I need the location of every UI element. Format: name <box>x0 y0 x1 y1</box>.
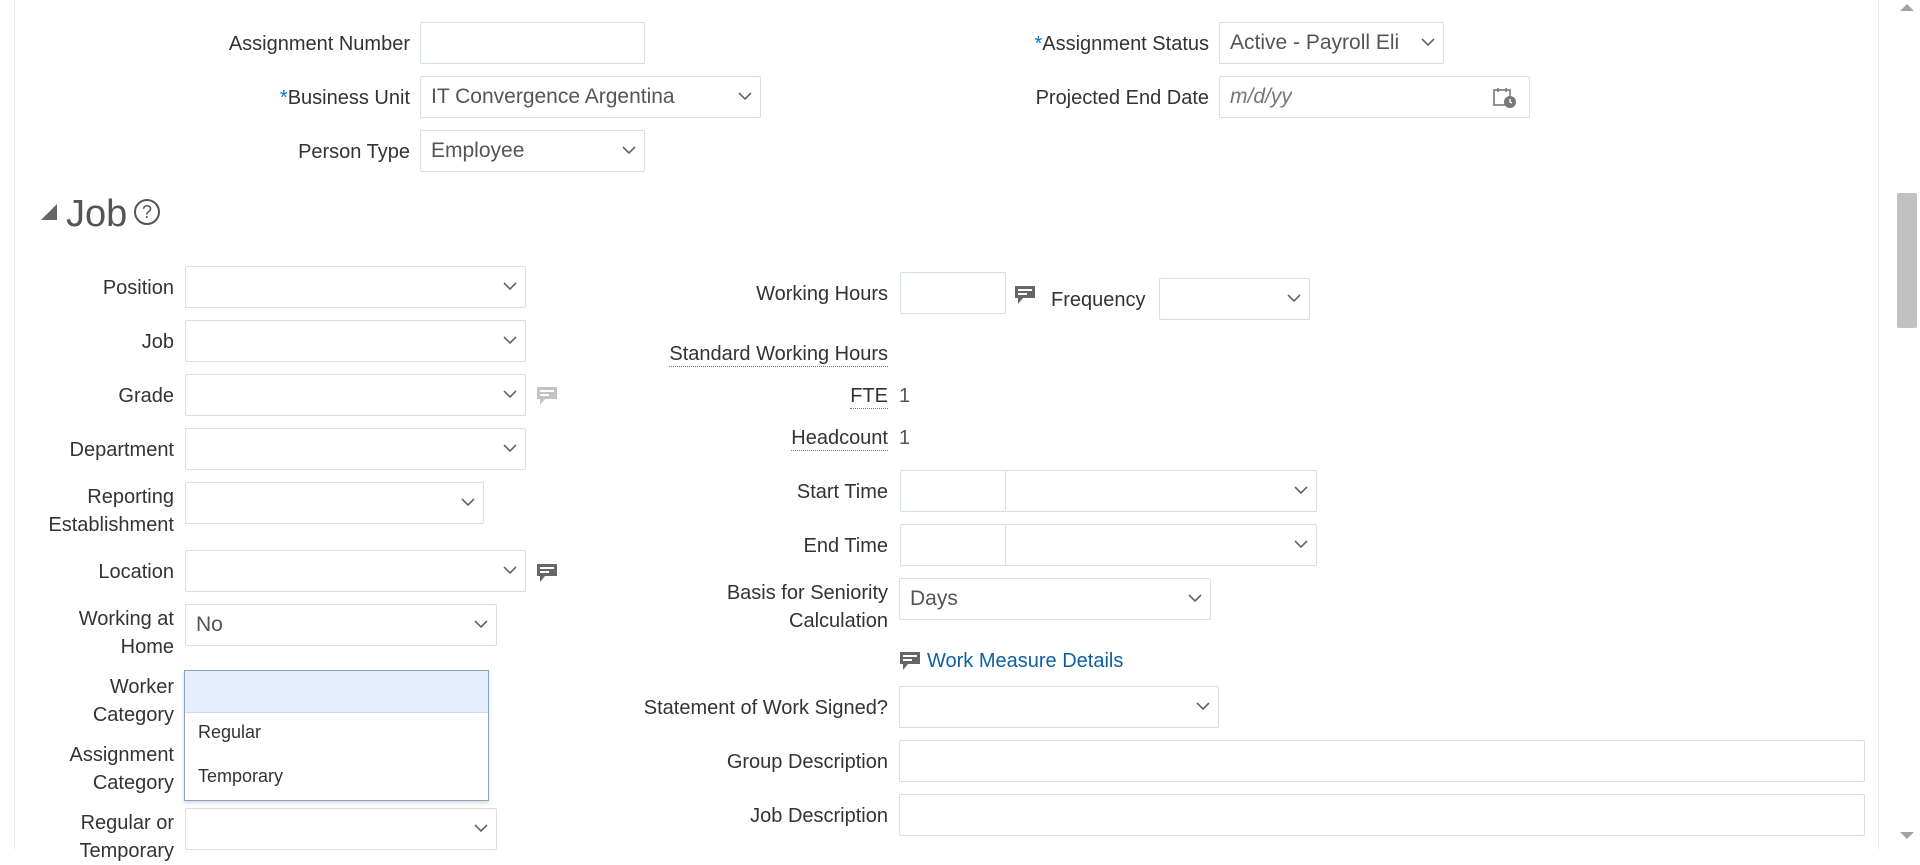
end-time-label: End Time <box>803 535 888 557</box>
job-label: Job <box>141 331 174 353</box>
working-hours-input[interactable] <box>900 272 1006 314</box>
chevron-down-icon <box>622 145 636 155</box>
chevron-down-icon <box>738 91 752 101</box>
help-icon[interactable]: ? <box>134 199 160 225</box>
start-time-period-select[interactable] <box>1005 470 1317 512</box>
worker-category-label: Worker Category <box>92 676 174 726</box>
standard-working-hours-label[interactable]: Standard Working Hours <box>669 340 888 368</box>
chevron-down-icon <box>1421 37 1435 47</box>
scroll-down-arrow[interactable] <box>1900 832 1914 839</box>
department-label: Department <box>69 439 175 461</box>
details-icon[interactable] <box>1014 285 1036 310</box>
chevron-down-icon <box>503 565 517 575</box>
chevron-down-icon <box>1196 701 1210 711</box>
position-label: Position <box>102 277 174 299</box>
end-time-period-select[interactable] <box>1005 524 1317 566</box>
details-icon[interactable] <box>536 563 558 588</box>
job-select[interactable] <box>185 320 526 362</box>
headcount-value: 1 <box>899 427 911 449</box>
basis-for-seniority-label: Basis for Seniority Calculation <box>726 582 888 632</box>
location-select[interactable] <box>185 550 526 592</box>
panel-left-border <box>14 0 15 849</box>
working-at-home-label: Working at Home <box>78 608 174 658</box>
working-hours-label: Working Hours <box>756 283 888 305</box>
job-description-input[interactable] <box>899 794 1865 836</box>
chevron-down-icon <box>1287 293 1301 303</box>
assignment-number-input[interactable] <box>420 22 645 64</box>
disclosure-triangle-icon[interactable] <box>41 204 57 220</box>
business-unit-select[interactable]: IT Convergence Argentina <box>420 76 761 118</box>
projected-end-date-label: Projected End Date <box>1035 87 1209 109</box>
dropdown-option-temporary[interactable]: Temporary <box>198 764 283 788</box>
projected-end-date-input[interactable]: m/d/yy <box>1219 76 1530 118</box>
scrollbar-thumb[interactable] <box>1897 193 1917 328</box>
fte-label[interactable]: FTE <box>850 382 888 410</box>
headcount-label[interactable]: Headcount <box>791 424 888 452</box>
chevron-down-icon <box>474 619 488 629</box>
fte-value: 1 <box>899 385 911 407</box>
assignment-number-label: Assignment Number <box>228 33 410 55</box>
group-description-label: Group Description <box>726 751 888 773</box>
worker-category-dropdown[interactable]: Regular Temporary <box>184 670 489 801</box>
working-at-home-select[interactable]: No <box>185 604 497 646</box>
chevron-down-icon <box>503 281 517 291</box>
panel-right-border <box>1878 0 1879 849</box>
chevron-down-icon <box>503 389 517 399</box>
person-type-select[interactable]: Employee <box>420 130 645 172</box>
chevron-down-icon <box>1294 539 1308 549</box>
reporting-establishment-label: Reporting Establishment <box>48 486 174 536</box>
chevron-down-icon <box>474 823 488 833</box>
assignment-category-label: Assignment Category <box>69 744 175 794</box>
chevron-down-icon <box>1188 593 1202 603</box>
grade-label: Grade <box>118 385 174 407</box>
dropdown-option-regular[interactable]: Regular <box>198 720 261 744</box>
chevron-down-icon <box>461 497 475 507</box>
work-measure-details-link[interactable]: Work Measure Details <box>927 647 1123 675</box>
chevron-down-icon <box>503 335 517 345</box>
calendar-icon[interactable] <box>1493 87 1517 114</box>
location-label: Location <box>98 561 174 583</box>
business-unit-label: *Business Unit <box>279 87 410 109</box>
start-time-input[interactable] <box>900 470 1006 512</box>
statement-of-work-signed-label: Statement of Work Signed? <box>643 697 888 719</box>
person-type-label: Person Type <box>298 141 410 163</box>
start-time-label: Start Time <box>796 481 888 503</box>
position-select[interactable] <box>185 266 526 308</box>
reporting-establishment-select[interactable] <box>185 482 484 524</box>
scroll-up-arrow[interactable] <box>1900 4 1914 11</box>
chevron-down-icon <box>503 443 517 453</box>
details-icon[interactable] <box>536 386 558 411</box>
basis-for-seniority-select[interactable]: Days <box>899 578 1211 620</box>
group-description-input[interactable] <box>899 740 1865 782</box>
vertical-scrollbar[interactable] <box>1894 0 1920 849</box>
job-description-label: Job Description <box>750 805 888 827</box>
frequency-select[interactable] <box>1159 278 1310 320</box>
chevron-down-icon <box>1294 485 1308 495</box>
grade-select[interactable] <box>185 374 526 416</box>
details-icon[interactable] <box>899 651 921 676</box>
regular-or-temporary-select[interactable] <box>185 808 497 850</box>
assignment-status-label: *Assignment Status <box>1034 33 1209 55</box>
department-select[interactable] <box>185 428 526 470</box>
dropdown-blank-option[interactable] <box>185 671 488 713</box>
frequency-label: Frequency <box>1051 289 1146 311</box>
assignment-status-select[interactable]: Active - Payroll Eli <box>1219 22 1444 64</box>
statement-of-work-signed-select[interactable] <box>899 686 1219 728</box>
regular-or-temporary-label: Regular or Temporary <box>79 812 174 862</box>
end-time-input[interactable] <box>900 524 1006 566</box>
section-title-job: Job <box>66 193 128 235</box>
